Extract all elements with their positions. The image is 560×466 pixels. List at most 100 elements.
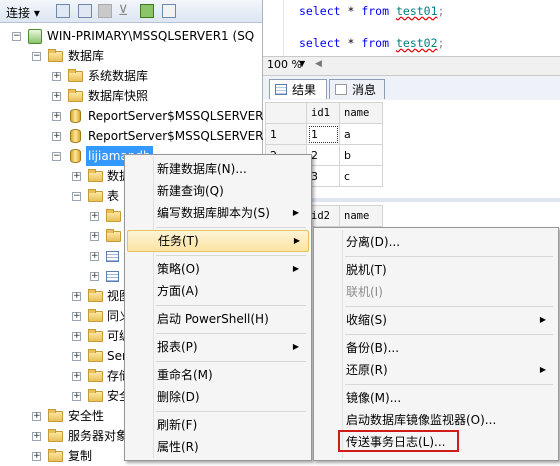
table-name-token: test02 bbox=[395, 36, 438, 50]
menu-item-shrink[interactable]: 收缩(S) ▶ bbox=[316, 309, 554, 331]
query-editor[interactable]: select * from test01; select * from test… bbox=[263, 0, 560, 56]
menu-item-refresh[interactable]: 刷新(F) bbox=[127, 414, 307, 436]
grid-icon bbox=[275, 84, 287, 95]
expand-toggle-icon[interactable]: + bbox=[72, 392, 81, 401]
folder-icon bbox=[88, 369, 103, 382]
expand-toggle-icon[interactable]: + bbox=[72, 372, 81, 381]
menu-item-label: 刷新(F) bbox=[157, 418, 198, 432]
collapse-toggle-icon[interactable]: − bbox=[12, 32, 21, 41]
menu-separator bbox=[345, 306, 553, 307]
grid-cell[interactable]: 1 bbox=[306, 123, 340, 145]
menu-item-label: 策略(O) bbox=[157, 262, 200, 276]
connect-object-explorer-icon[interactable] bbox=[56, 4, 70, 18]
results-tabs: 结果 消息 bbox=[263, 76, 560, 100]
submenu-arrow-icon: ▶ bbox=[292, 208, 299, 217]
submenu-arrow-icon: ▶ bbox=[292, 342, 299, 351]
stop-icon[interactable] bbox=[98, 4, 112, 18]
menu-item-delete[interactable]: 删除(D) bbox=[127, 386, 307, 408]
column-header[interactable]: id1 bbox=[306, 102, 340, 124]
menu-item-facets[interactable]: 方面(A) bbox=[127, 280, 307, 302]
expand-toggle-icon[interactable]: + bbox=[52, 112, 61, 121]
collapse-toggle-icon[interactable]: − bbox=[32, 52, 41, 61]
refresh-icon[interactable] bbox=[140, 4, 154, 18]
expand-toggle-icon[interactable]: + bbox=[72, 332, 81, 341]
menu-item-label: 属性(R) bbox=[157, 440, 199, 454]
table-row[interactable]: 1 1 a bbox=[265, 123, 383, 145]
collapse-toggle-icon[interactable]: − bbox=[72, 192, 81, 201]
grid-cell[interactable]: a bbox=[339, 123, 383, 145]
submenu-arrow-icon: ▶ bbox=[293, 236, 300, 245]
submenu-arrow-icon: ▶ bbox=[292, 264, 299, 273]
expand-toggle-icon[interactable]: + bbox=[90, 232, 99, 241]
menu-item-backup[interactable]: 备份(B)... bbox=[316, 337, 554, 359]
menu-item-start-powershell[interactable]: 启动 PowerShell(H) bbox=[127, 308, 307, 330]
connect-button[interactable]: 连接 ▾ bbox=[6, 4, 40, 21]
filter-icon[interactable]: ⊻ bbox=[118, 3, 128, 19]
summary-icon[interactable] bbox=[162, 4, 176, 18]
folder-icon bbox=[88, 289, 103, 302]
menu-separator bbox=[345, 334, 553, 335]
menu-separator bbox=[345, 256, 553, 257]
object-explorer-toolbar: 连接 ▾ ⊻ bbox=[0, 0, 262, 23]
table-name-token: test01 bbox=[395, 4, 438, 18]
disconnect-icon[interactable] bbox=[78, 4, 92, 18]
expand-toggle-icon[interactable]: + bbox=[90, 212, 99, 221]
expand-toggle-icon[interactable]: + bbox=[32, 452, 41, 461]
menu-item-policies[interactable]: 策略(O) ▶ bbox=[127, 258, 307, 280]
menu-item-new-query[interactable]: 新建查询(Q) bbox=[127, 180, 307, 202]
scroll-left-icon[interactable]: ◀ bbox=[315, 59, 322, 69]
tree-node-label: 复制 bbox=[68, 449, 93, 463]
folder-icon bbox=[48, 449, 63, 462]
expand-toggle-icon[interactable]: + bbox=[72, 312, 81, 321]
expand-toggle-icon[interactable]: + bbox=[90, 272, 99, 281]
zoom-bar: 100 % ▼ ◀ bbox=[263, 56, 560, 76]
column-header[interactable]: name bbox=[339, 205, 383, 227]
table-icon bbox=[106, 271, 119, 282]
menu-item-launch-mirroring-monitor[interactable]: 启动数据库镜像监视器(O)... bbox=[316, 409, 554, 431]
highlight-annotation-box bbox=[338, 430, 459, 452]
menu-item-label: 启动数据库镜像监视器(O)... bbox=[346, 413, 497, 427]
menu-item-detach[interactable]: 分离(D)... bbox=[316, 231, 554, 253]
tab-results[interactable]: 结果 bbox=[269, 79, 327, 99]
code-line-1: select * from test01; bbox=[299, 4, 445, 18]
expand-toggle-icon[interactable]: + bbox=[32, 432, 41, 441]
messages-icon bbox=[335, 84, 347, 95]
tree-node-label: 表 bbox=[107, 189, 120, 203]
menu-item-new-database[interactable]: 新建数据库(N)... bbox=[127, 158, 307, 180]
expand-toggle-icon[interactable]: + bbox=[90, 252, 99, 261]
expand-toggle-icon[interactable]: + bbox=[52, 132, 61, 141]
tab-label: 消息 bbox=[352, 83, 377, 97]
folder-icon bbox=[88, 389, 103, 402]
menu-item-label: 编写数据库脚本为(S) bbox=[157, 206, 270, 220]
expand-toggle-icon[interactable]: + bbox=[72, 172, 81, 181]
menu-item-label: 联机(I) bbox=[346, 285, 383, 299]
expand-toggle-icon[interactable]: + bbox=[32, 412, 41, 421]
menu-item-tasks[interactable]: 任务(T) ▶ bbox=[127, 230, 309, 252]
grid-cell[interactable]: b bbox=[339, 144, 383, 166]
menu-item-rename[interactable]: 重命名(M) bbox=[127, 364, 307, 386]
zoom-level-dropdown[interactable]: 100 % bbox=[267, 58, 302, 71]
menu-item-restore[interactable]: 还原(R) ▶ bbox=[316, 359, 554, 381]
menu-item-label: 启动 PowerShell(H) bbox=[157, 312, 269, 326]
column-header[interactable]: name bbox=[339, 102, 383, 124]
menu-item-take-offline[interactable]: 脱机(T) bbox=[316, 259, 554, 281]
expand-toggle-icon[interactable]: + bbox=[72, 292, 81, 301]
menu-item-label: 新建数据库(N)... bbox=[157, 162, 247, 176]
menu-item-script-database[interactable]: 编写数据库脚本为(S) ▶ bbox=[127, 202, 307, 224]
folder-icon bbox=[88, 329, 103, 342]
expand-toggle-icon[interactable]: + bbox=[52, 72, 61, 81]
menu-item-label: 新建查询(Q) bbox=[157, 184, 224, 198]
database-icon bbox=[70, 109, 81, 123]
menu-separator bbox=[345, 384, 553, 385]
menu-item-properties[interactable]: 属性(R) bbox=[127, 436, 307, 458]
menu-item-bring-online[interactable]: 联机(I) bbox=[316, 281, 554, 303]
chevron-down-icon[interactable]: ▼ bbox=[299, 59, 305, 68]
menu-item-reports[interactable]: 报表(P) ▶ bbox=[127, 336, 307, 358]
grid-cell[interactable]: c bbox=[339, 165, 383, 187]
menu-item-mirror[interactable]: 镜像(M)... bbox=[316, 387, 554, 409]
expand-toggle-icon[interactable]: + bbox=[72, 352, 81, 361]
tab-messages[interactable]: 消息 bbox=[329, 79, 385, 99]
collapse-toggle-icon[interactable]: − bbox=[52, 152, 61, 161]
row-number: 1 bbox=[265, 123, 307, 145]
expand-toggle-icon[interactable]: + bbox=[52, 92, 61, 101]
